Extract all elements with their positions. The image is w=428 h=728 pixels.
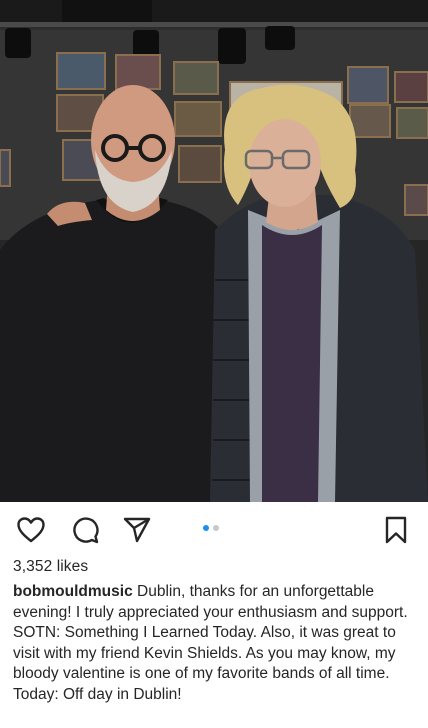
caption-username[interactable]: bobmouldmusic <box>13 583 133 600</box>
post-caption: bobmouldmusic Dublin, thanks for an unfo… <box>13 582 417 706</box>
carousel-dot <box>213 525 219 531</box>
caption-text: Dublin, thanks for an unforgettable even… <box>13 583 408 703</box>
comment-icon[interactable] <box>71 516 99 544</box>
carousel-dot-active <box>203 525 209 531</box>
bookmark-icon[interactable] <box>382 516 410 544</box>
photo-illustration <box>0 0 428 502</box>
paper-plane-icon[interactable] <box>123 516 151 544</box>
post-photo[interactable] <box>0 0 428 502</box>
like-count[interactable]: 3,352 likes <box>13 558 88 576</box>
post-actions-bar <box>0 502 428 554</box>
heart-icon[interactable] <box>17 516 45 544</box>
carousel-indicator <box>203 525 219 531</box>
